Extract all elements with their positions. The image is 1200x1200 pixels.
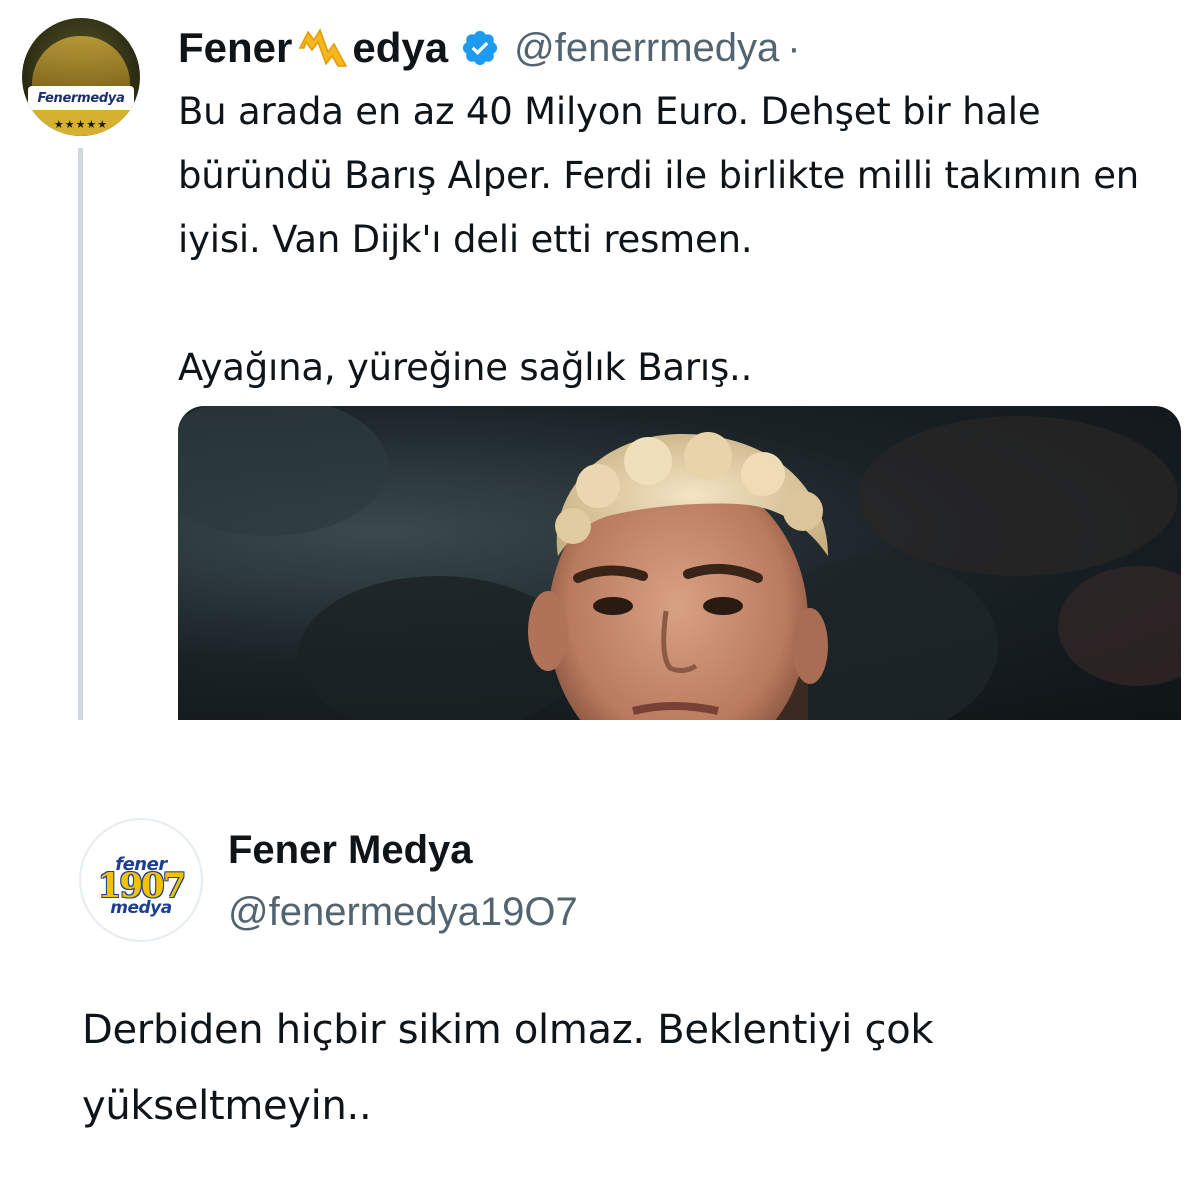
fener-medya-avatar[interactable]: fener 1907 medya [79,818,203,942]
screenshot-canvas: Fenermedya ★★★★★ Fener edya @fenerrmedya… [0,0,1200,1200]
avatar-banner-text: Fenermedya [37,90,125,106]
avatar-logo-bottom: medya [110,898,172,918]
avatar-arc-shape [32,36,130,92]
avatar-banner: Fenermedya [28,86,134,110]
reply-author-name[interactable]: Fener Medya [228,828,473,873]
quoted-tweet-text: Bu arada en az 40 Milyon Euro. Dehşet bi… [178,90,1140,389]
verified-badge-icon [460,28,500,68]
football-player-photo-icon [178,406,1181,720]
thread-connector-line [78,148,83,720]
fenermedya-avatar[interactable]: Fenermedya ★★★★★ [22,18,140,136]
avatar-stars: ★★★★★ [53,118,109,131]
author-name-part2[interactable]: edya [352,24,448,72]
header-separator: · [787,25,801,70]
author-handle[interactable]: @fenerrmedya [514,26,779,71]
author-name-part1[interactable]: Fener [178,24,292,72]
lightning-m-emoji-icon [294,26,350,70]
quoted-tweet-header: Fener edya @fenerrmedya · [178,20,801,76]
reply-author-handle[interactable]: @fenermedya19O7 [228,890,578,935]
reply-tweet-text: Derbiden hiçbir sikim olmaz. Beklentiyi … [82,1007,934,1129]
tweet-photo[interactable] [178,406,1181,720]
